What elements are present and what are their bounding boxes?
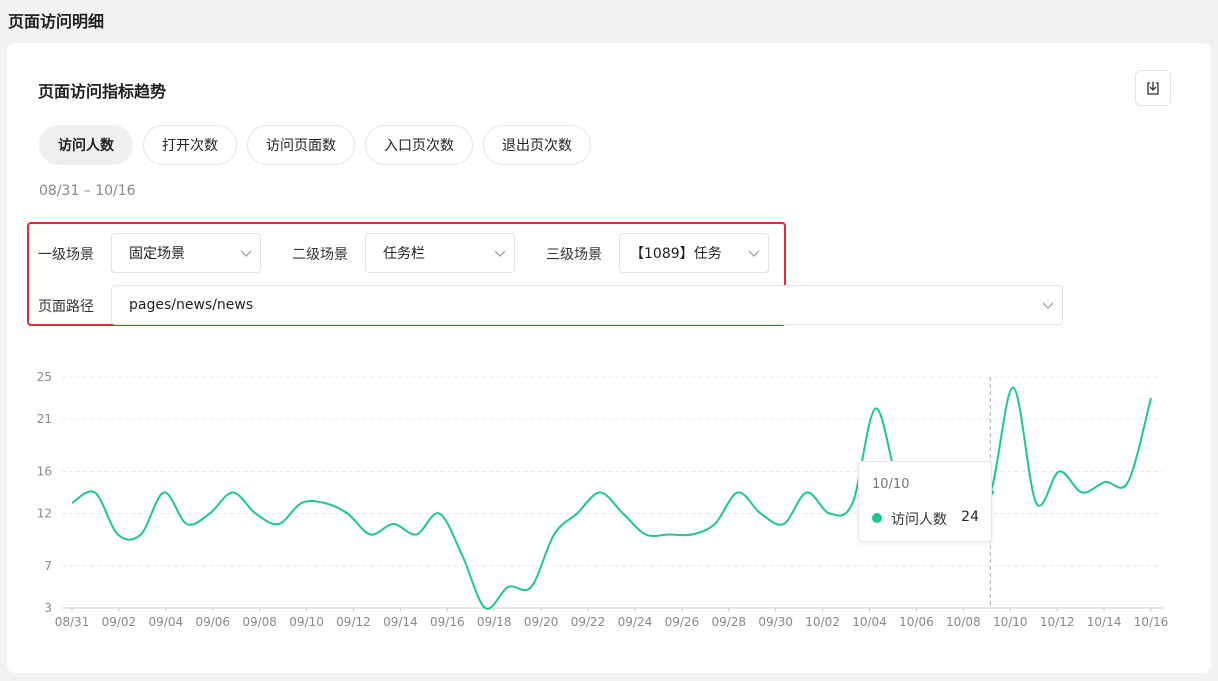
tooltip-series-dot — [872, 513, 882, 523]
x-tick-label: 10/08 — [946, 615, 981, 629]
x-tick-label: 09/22 — [571, 615, 606, 629]
x-tick-label: 09/04 — [149, 615, 184, 629]
x-tick-label: 09/24 — [618, 615, 653, 629]
x-tick-label: 10/16 — [1134, 615, 1169, 629]
chart-tooltip: 10/10 访问人数 24 — [858, 461, 992, 542]
x-tick-label: 09/26 — [665, 615, 700, 629]
y-tick-label: 12 — [37, 507, 52, 521]
y-tick-label: 25 — [37, 370, 52, 384]
x-tick-label: 08/31 — [55, 615, 90, 629]
y-tick-label: 21 — [37, 412, 52, 426]
x-tick-label: 09/28 — [711, 615, 746, 629]
x-tick-label: 10/14 — [1087, 615, 1122, 629]
x-tick-label: 09/20 — [524, 615, 559, 629]
x-tick-label: 10/10 — [993, 615, 1028, 629]
x-tick-label: 09/12 — [336, 615, 371, 629]
x-tick-label: 09/16 — [430, 615, 465, 629]
x-tick-label: 09/18 — [477, 615, 512, 629]
tooltip-series-name: 访问人数 — [891, 512, 947, 528]
x-tick-label: 10/06 — [899, 615, 934, 629]
y-tick-label: 16 — [37, 465, 52, 479]
x-tick-label: 09/30 — [758, 615, 793, 629]
y-tick-label: 3 — [44, 601, 52, 615]
x-tick-label: 09/10 — [289, 615, 324, 629]
x-tick-label: 09/08 — [242, 615, 277, 629]
x-tick-label: 09/06 — [195, 615, 230, 629]
tooltip-date: 10/10 — [872, 477, 910, 492]
tooltip-value: 24 — [961, 509, 979, 525]
x-tick-label: 10/02 — [805, 615, 840, 629]
x-tick-label: 10/04 — [852, 615, 887, 629]
x-tick-label: 10/12 — [1040, 615, 1075, 629]
x-tick-label: 09/14 — [383, 615, 418, 629]
y-tick-label: 7 — [44, 559, 52, 573]
x-tick-label: 09/02 — [102, 615, 137, 629]
trend-line-chart: 3 7 12 16 21 25 08/31 09/02 09/04 09/06 09/08 09/10… — [37, 370, 1169, 629]
